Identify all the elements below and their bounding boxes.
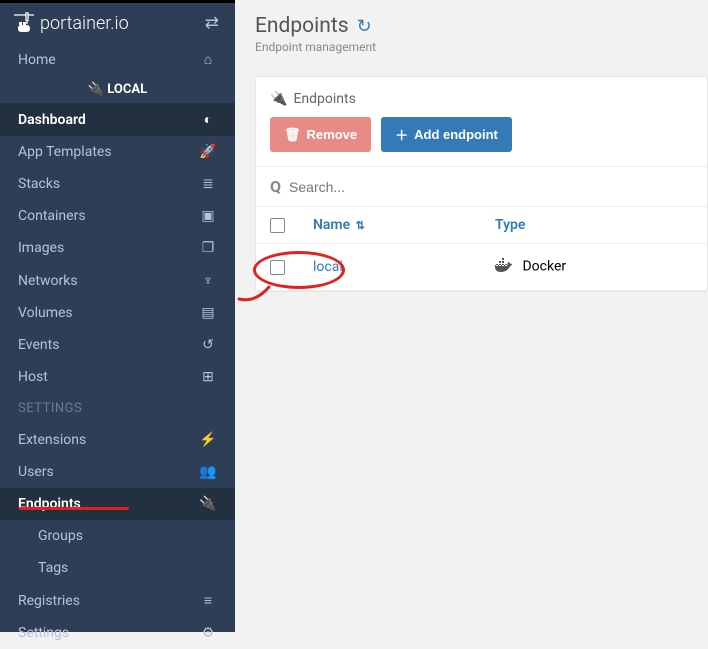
- users-icon: 👥: [199, 464, 217, 480]
- sidebar-item-label: Registries: [18, 593, 80, 609]
- sidebar-item-label: Events: [18, 337, 59, 353]
- sidebar-item-settings[interactable]: Settings ⚙: [0, 617, 235, 649]
- sidebar-item-app-templates[interactable]: App Templates 🚀: [0, 136, 235, 168]
- hdd-icon: ▤: [199, 305, 217, 321]
- sidebar-item-label: Home: [18, 52, 56, 68]
- brand-logo[interactable]: portainer.io: [12, 11, 129, 35]
- main-content: Endpoints ↻ Endpoint management 🔌 Endpoi…: [235, 0, 708, 632]
- endpoint-type: Docker: [522, 259, 566, 275]
- endpoints-panel: 🔌 Endpoints 🗑 Remove ＋ Add endpoint Q N: [255, 76, 708, 292]
- section-settings-label: SETTINGS: [0, 393, 235, 424]
- sort-icon: ⇅: [356, 219, 365, 232]
- sidebar-item-label: Endpoints: [18, 496, 81, 512]
- sidebar-subitem-groups[interactable]: Groups: [0, 520, 235, 552]
- sidebar-item-host[interactable]: Host ⊞: [0, 361, 235, 393]
- plug-icon: 🔌: [88, 82, 104, 97]
- plug-icon: 🔌: [270, 91, 287, 107]
- plus-icon: ＋: [395, 125, 408, 144]
- rocket-icon: 🚀: [199, 144, 217, 160]
- row-checkbox[interactable]: [270, 260, 285, 275]
- tachometer-icon: ◐: [199, 111, 217, 128]
- col-type-header[interactable]: Type: [481, 207, 707, 244]
- sidebar-item-home[interactable]: Home ⌂: [0, 43, 235, 76]
- refresh-icon[interactable]: ↻: [357, 16, 372, 37]
- env-label: 🔌 LOCAL: [0, 76, 235, 103]
- sidebar-item-users[interactable]: Users 👥: [0, 456, 235, 488]
- cogs-icon: ⚙: [199, 625, 217, 641]
- plug-icon: 🔌: [199, 496, 217, 512]
- sidebar-item-label: Host: [18, 369, 48, 385]
- col-name-header[interactable]: Name ⇅: [299, 207, 481, 244]
- sidebar-item-label: App Templates: [18, 144, 112, 160]
- sidebar-item-events[interactable]: Events ↺: [0, 329, 235, 361]
- table-row: local Docker: [256, 244, 707, 291]
- endpoint-name-link[interactable]: local: [313, 259, 343, 275]
- sidebar-item-dashboard[interactable]: Dashboard ◐: [0, 103, 235, 136]
- sidebar-toggle-icon[interactable]: ⇄: [205, 13, 219, 33]
- sidebar-item-label: Settings: [18, 625, 69, 641]
- sidebar-item-stacks[interactable]: Stacks ≣: [0, 168, 235, 200]
- sidebar-item-label: Volumes: [18, 305, 73, 321]
- sidebar-item-label: Users: [18, 464, 54, 480]
- home-icon: ⌂: [199, 51, 217, 68]
- sidebar-item-label: Containers: [18, 208, 86, 224]
- sidebar-subitem-tags[interactable]: Tags: [0, 552, 235, 584]
- clone-icon: ❐: [199, 240, 217, 256]
- sidebar-item-extensions[interactable]: Extensions ⚡: [0, 424, 235, 456]
- add-endpoint-button[interactable]: ＋ Add endpoint: [381, 117, 512, 152]
- sidebar-item-registries[interactable]: Registries ≡: [0, 584, 235, 617]
- sidebar-item-label: Tags: [38, 560, 68, 576]
- sitemap-icon: ♆: [199, 272, 217, 289]
- select-all-checkbox[interactable]: [270, 218, 285, 233]
- sidebar-item-label: Images: [18, 240, 64, 256]
- list-icon: ≣: [199, 176, 217, 192]
- remove-button[interactable]: 🗑 Remove: [270, 117, 371, 152]
- sidebar-item-volumes[interactable]: Volumes ▤: [0, 297, 235, 329]
- endpoints-table: Name ⇅ Type local Docker: [256, 206, 707, 291]
- sidebar-item-label: Networks: [18, 273, 78, 289]
- th-icon: ⊞: [199, 369, 217, 385]
- crane-icon: [12, 11, 36, 35]
- cubes-icon: ▣: [199, 208, 217, 224]
- sidebar: portainer.io ⇄ Home ⌂ 🔌 LOCAL Dashboard …: [0, 0, 235, 632]
- bolt-icon: ⚡: [199, 432, 217, 448]
- trash-icon: 🗑: [284, 127, 301, 143]
- brand-text: portainer.io: [40, 13, 129, 34]
- search-input[interactable]: [289, 179, 693, 195]
- sidebar-item-label: Dashboard: [18, 112, 86, 128]
- sidebar-item-networks[interactable]: Networks ♆: [0, 264, 235, 297]
- sidebar-item-label: Groups: [38, 528, 83, 544]
- sidebar-item-images[interactable]: Images ❐: [0, 232, 235, 264]
- sidebar-item-containers[interactable]: Containers ▣: [0, 200, 235, 232]
- panel-header: 🔌 Endpoints: [256, 77, 707, 117]
- page-subtitle: Endpoint management: [255, 40, 708, 54]
- search-icon: Q: [270, 177, 281, 196]
- history-icon: ↺: [199, 337, 217, 353]
- docker-icon: [495, 258, 513, 276]
- database-icon: ≡: [199, 592, 217, 609]
- sidebar-item-endpoints[interactable]: Endpoints 🔌: [0, 488, 235, 520]
- sidebar-item-label: Stacks: [18, 176, 60, 192]
- page-title: Endpoints ↻: [255, 14, 708, 38]
- sidebar-item-label: Extensions: [18, 432, 86, 448]
